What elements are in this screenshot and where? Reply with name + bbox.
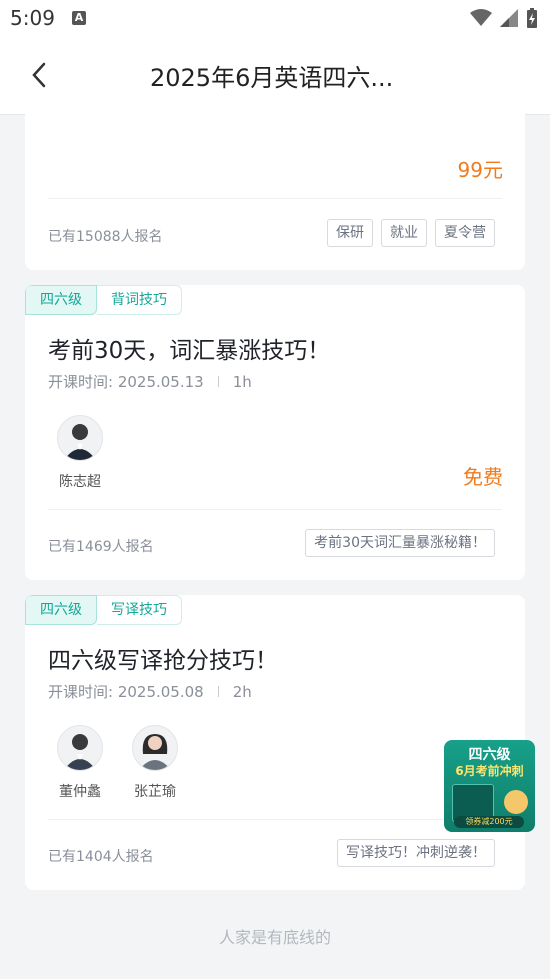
- card-divider: [48, 509, 502, 510]
- course-meta: 开课时间: 2025.05.13 1h: [48, 371, 252, 392]
- category-badge: 四六级: [25, 595, 97, 625]
- teacher-name: 陈志超: [59, 474, 101, 490]
- avatar: [57, 415, 103, 461]
- course-title: 考前30天，词汇暴涨技巧！: [48, 338, 331, 364]
- status-bar: 5:09 A: [0, 0, 550, 36]
- chevron-left-icon: [32, 62, 46, 88]
- enrolled-count: 已有1404人报名: [48, 849, 154, 865]
- promo-banner[interactable]: 四六级 6月考前冲刺 领券减200元: [444, 740, 535, 832]
- card-divider: [48, 198, 502, 199]
- battery-charging-icon: [527, 8, 537, 28]
- signal-icon: [500, 9, 518, 27]
- promo-coupon-button[interactable]: 领券减200元: [454, 816, 524, 828]
- end-of-list-text: 人家是有底线的: [218, 928, 331, 947]
- course-tag: 考前30天词汇量暴涨秘籍！: [305, 529, 495, 557]
- teacher[interactable]: 董仲蠡: [50, 725, 110, 801]
- page-title: 2025年6月英语四六...: [150, 64, 394, 92]
- status-time: 5:09: [10, 6, 55, 30]
- avatar: [132, 725, 178, 771]
- meta-separator: [217, 686, 219, 697]
- teacher[interactable]: 张芷瑜: [125, 725, 185, 801]
- coin-icon: [504, 790, 528, 814]
- course-tag: 写译技巧！冲刺逆袭！: [337, 839, 495, 867]
- course-duration: 1h: [232, 373, 252, 391]
- course-card[interactable]: 四六级 背词技巧 考前30天，词汇暴涨技巧！ 开课时间: 2025.05.13 1…: [25, 285, 525, 580]
- course-price: 免费: [463, 465, 503, 489]
- promo-subtitle: 6月考前冲刺: [455, 764, 524, 778]
- teacher-name: 董仲蠡: [59, 784, 101, 800]
- teacher[interactable]: 陈志超: [50, 415, 110, 491]
- card-divider: [48, 819, 502, 820]
- course-tags: 写译技巧！冲刺逆袭！: [337, 839, 495, 867]
- category-badge: 四六级: [25, 285, 97, 315]
- course-meta: 开课时间: 2025.05.08 2h: [48, 681, 252, 702]
- app-header: 2025年6月英语四六...: [0, 36, 550, 115]
- back-button[interactable]: [26, 58, 54, 92]
- course-duration: 2h: [232, 683, 252, 701]
- category-tags: 四六级 背词技巧: [25, 285, 182, 315]
- course-tags: 保研 就业 夏令营: [327, 219, 495, 247]
- topic-badge: 背词技巧: [97, 285, 182, 315]
- avatar: [57, 725, 103, 771]
- promo-title: 四六级: [468, 747, 511, 763]
- wifi-icon: [470, 9, 492, 26]
- course-price: 99元: [457, 158, 503, 182]
- enrolled-count: 已有1469人报名: [48, 539, 154, 555]
- course-tag: 保研: [327, 219, 373, 247]
- topic-badge: 写译技巧: [97, 595, 182, 625]
- teacher-name: 张芷瑜: [134, 784, 176, 800]
- course-time: 开课时间: 2025.05.08: [48, 683, 204, 701]
- course-tags: 考前30天词汇量暴涨秘籍！: [305, 529, 495, 557]
- system-icons: [470, 8, 538, 28]
- course-card[interactable]: 99元 已有15088人报名 保研 就业 夏令营: [25, 114, 525, 270]
- category-tags: 四六级 写译技巧: [25, 595, 182, 625]
- meta-separator: [217, 376, 219, 387]
- course-title: 四六级写译抢分技巧！: [48, 648, 278, 674]
- course-tag: 夏令营: [435, 219, 495, 247]
- course-tag: 就业: [381, 219, 427, 247]
- course-time: 开课时间: 2025.05.13: [48, 373, 204, 391]
- notification-icon: A: [72, 11, 86, 25]
- enrolled-count: 已有15088人报名: [48, 229, 163, 245]
